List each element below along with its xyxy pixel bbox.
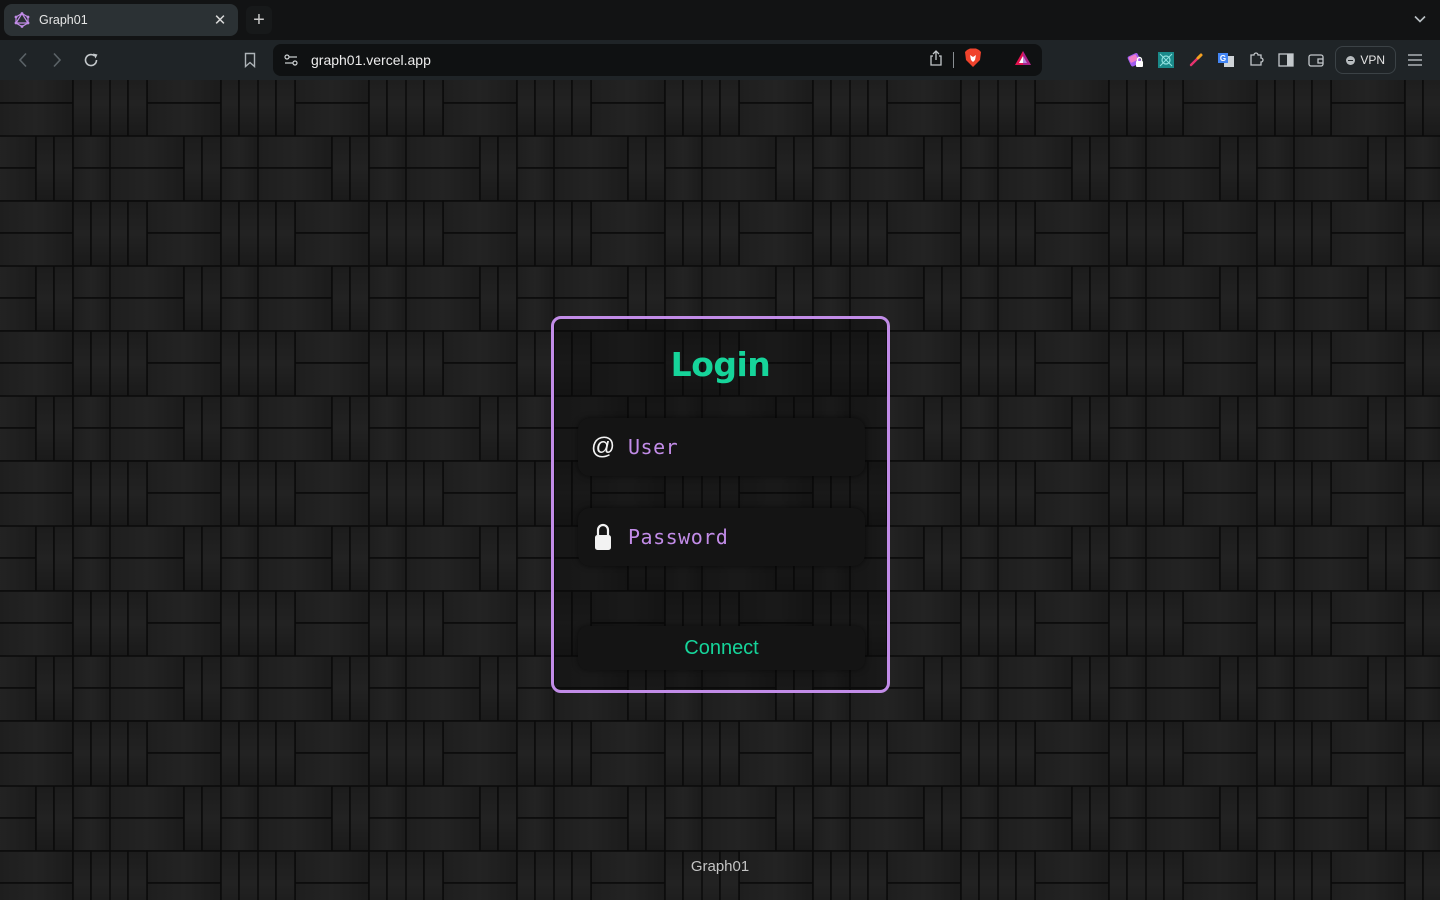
close-tab-icon[interactable]: ✕ [212,11,228,29]
address-bar[interactable]: graph01.vercel.app [273,44,1042,76]
tab-list-chevron-icon[interactable] [1412,10,1428,28]
wallet-lock-icon[interactable] [1121,45,1151,75]
brave-rewards-icon[interactable] [1014,50,1032,71]
new-tab-button[interactable]: + [246,6,272,34]
separator [953,52,954,68]
login-card: Login @ Connect [551,316,890,693]
tab-title: Graph01 [39,13,88,27]
vpn-status-icon [1346,55,1356,65]
user-input[interactable] [628,427,848,467]
color-picker-icon[interactable] [1181,45,1211,75]
bookmark-icon[interactable] [238,48,262,72]
reload-icon[interactable] [79,48,103,72]
site-settings-icon[interactable] [275,54,307,66]
browser-toolbar: graph01.vercel.app G VPN [0,40,1440,80]
password-input[interactable] [628,517,848,557]
sidebar-icon[interactable] [1271,45,1301,75]
page-background: Login @ Connect Graph01 [0,80,1440,900]
vpn-button[interactable]: VPN [1335,46,1396,74]
graphql-logo-icon [14,12,30,28]
login-title: Login [670,345,771,384]
user-field[interactable]: @ [578,418,865,476]
google-translate-icon[interactable]: G [1211,45,1241,75]
tab-bar: Graph01 ✕ + [0,0,1440,40]
extensions-puzzle-icon[interactable] [1241,45,1271,75]
vpn-label: VPN [1360,53,1385,67]
connect-button[interactable]: Connect [578,626,865,670]
extensions-bar: G VPN [1121,45,1430,75]
footer-text: Graph01 [690,858,750,875]
share-icon[interactable] [929,49,943,71]
brave-shields-icon[interactable] [964,48,982,73]
wallet-icon[interactable] [1301,45,1331,75]
browser-tab[interactable]: Graph01 ✕ [4,4,238,36]
at-sign-icon: @ [590,433,616,460]
password-field[interactable] [578,508,865,566]
svg-text:G: G [1220,54,1226,63]
robot-extension-icon[interactable] [1151,45,1181,75]
back-icon[interactable] [11,48,35,72]
lock-icon [578,522,628,552]
url-text[interactable]: graph01.vercel.app [311,52,929,68]
forward-icon[interactable] [45,48,69,72]
menu-icon[interactable] [1400,45,1430,75]
